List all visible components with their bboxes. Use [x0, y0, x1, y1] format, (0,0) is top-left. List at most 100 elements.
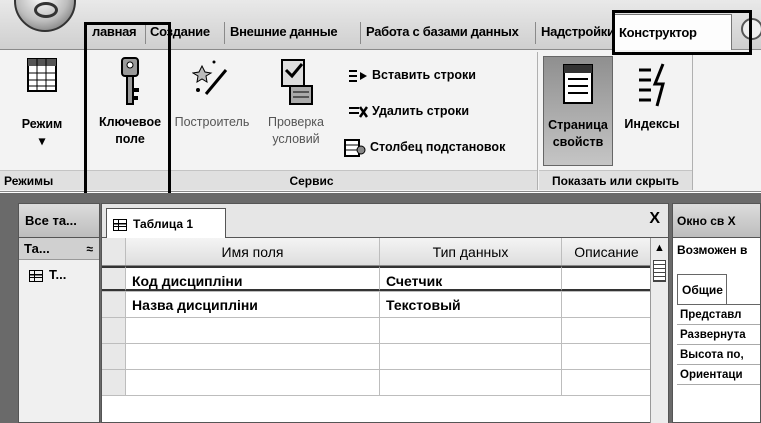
nav-pane-title[interactable]: Все та...	[19, 204, 99, 238]
view-button[interactable]: Режим ▾	[8, 56, 76, 150]
office-logo-icon	[34, 2, 58, 18]
row-selector[interactable]	[102, 370, 126, 395]
tab-table1[interactable]: Таблица 1	[106, 208, 226, 238]
nav-group-tables[interactable]: Та... ≈	[19, 238, 99, 260]
indexes-button[interactable]: Индексы	[619, 56, 685, 133]
select-all-corner[interactable]	[102, 238, 126, 265]
description-cell[interactable]	[562, 292, 651, 317]
builder-button[interactable]: Построитель	[170, 56, 254, 131]
table-icon	[113, 218, 127, 231]
vertical-scrollbar[interactable]: ▲	[650, 238, 668, 423]
group-views-label: Режимы	[0, 170, 84, 190]
field-name-cell[interactable]	[126, 370, 380, 395]
tab-database-tools[interactable]: Работа с базами данных	[362, 14, 536, 50]
data-type-cell[interactable]	[380, 344, 562, 369]
collapse-icon[interactable]: ≈	[86, 238, 93, 260]
insert-rows-icon	[349, 69, 367, 82]
tab-home[interactable]: лавная	[88, 14, 146, 50]
view-button-label: Режим	[21, 117, 63, 131]
nav-group-label: Та...	[24, 241, 50, 256]
property-list: Представл Развернута Высота по, Ориентац…	[677, 304, 760, 385]
table-design-window: Таблица 1 X Имя поля Тип данных Описание…	[101, 203, 669, 423]
office-button[interactable]	[14, 0, 76, 32]
row-selector[interactable]	[102, 266, 126, 291]
magic-wand-icon	[192, 60, 228, 95]
key-icon	[121, 57, 139, 105]
table-row: Код дисципліни Счетчик	[102, 266, 651, 292]
group-show-hide: Страница свойств Индексы Показать или ск…	[539, 52, 693, 190]
property-sheet-title[interactable]: Окно св X	[673, 204, 760, 238]
data-type-cell[interactable]	[380, 318, 562, 343]
delete-rows-button[interactable]: Удалить строки	[348, 100, 469, 122]
column-header-description[interactable]: Описание	[562, 238, 651, 265]
tab-design[interactable]: Конструктор	[614, 14, 732, 51]
nav-item-table[interactable]: Т...	[19, 260, 99, 290]
property-row[interactable]: Развернута	[677, 325, 760, 345]
table-row: Назва дисципліни Текстовый	[102, 292, 651, 318]
field-name-cell[interactable]	[126, 318, 380, 343]
indexes-icon	[639, 63, 665, 107]
data-type-cell[interactable]	[380, 370, 562, 395]
lookup-column-button[interactable]: Столбец подстановок	[344, 136, 505, 158]
tab-create[interactable]: Создание	[146, 14, 225, 50]
group-tools-label: Сервис	[86, 170, 537, 190]
field-name-cell[interactable]: Код дисципліни	[126, 266, 380, 291]
table-row	[102, 318, 651, 344]
table-row	[102, 370, 651, 396]
primary-key-label-1: Ключевое	[98, 115, 162, 129]
description-cell[interactable]	[562, 370, 651, 395]
ribbon-tab-bar: лавная Создание Внешние данные Работа с …	[0, 0, 761, 51]
delete-rows-icon	[349, 105, 368, 118]
property-row[interactable]: Ориентаци	[677, 365, 760, 385]
row-selector[interactable]	[102, 344, 126, 369]
delete-rows-label: Удалить строки	[372, 104, 470, 118]
document-tabs: Таблица 1 X	[102, 204, 668, 238]
column-header-field-name[interactable]: Имя поля	[126, 238, 380, 265]
tab-general[interactable]: Общие	[677, 274, 727, 304]
property-sheet-button[interactable]: Страница свойств	[543, 56, 613, 166]
builder-label: Построитель	[174, 115, 250, 129]
data-type-cell[interactable]: Счетчик	[380, 266, 562, 291]
insert-rows-label: Вставить строки	[372, 68, 476, 82]
tab-addins[interactable]: Надстройки	[537, 14, 613, 50]
column-header-data-type[interactable]: Тип данных	[380, 238, 562, 265]
ribbon: Режим ▾ Режимы Ключевое поле Построитель	[0, 50, 761, 192]
description-cell[interactable]	[562, 266, 651, 291]
grid-header: Имя поля Тип данных Описание	[102, 238, 651, 266]
primary-key-button[interactable]: Ключевое поле	[94, 56, 166, 148]
insert-rows-button[interactable]: Вставить строки	[348, 64, 476, 86]
navigation-pane: Все та... Та... ≈ Т...	[18, 203, 100, 423]
property-sheet-label-2: свойств	[552, 135, 604, 149]
test-rules-label-2: условий	[272, 132, 320, 146]
chevron-down-icon: ▾	[38, 134, 46, 148]
test-rules-label-1: Проверка	[268, 115, 324, 129]
row-selector[interactable]	[102, 292, 126, 317]
tab-table1-label: Таблица 1	[133, 217, 194, 231]
group-views: Режим ▾ Режимы	[0, 52, 85, 190]
primary-key-label-2: поле	[115, 132, 145, 146]
field-name-cell[interactable]	[126, 344, 380, 369]
field-name-cell[interactable]: Назва дисципліни	[126, 292, 380, 317]
data-type-cell[interactable]: Текстовый	[380, 292, 562, 317]
property-sheet-tabs: Общие	[673, 262, 760, 304]
scroll-thumb[interactable]	[653, 260, 666, 282]
description-cell[interactable]	[562, 344, 651, 369]
workspace: Все та... Та... ≈ Т... Таблица 1 X Имя п…	[0, 193, 761, 423]
property-row[interactable]: Высота по,	[677, 345, 760, 365]
property-sheet-pane: Окно св X Возможен в Общие Представл Раз…	[672, 203, 761, 423]
test-rules-button[interactable]: Проверка условий	[260, 56, 332, 148]
tab-external-data[interactable]: Внешние данные	[226, 14, 361, 50]
table-icon	[29, 269, 43, 282]
property-sheet-label-1: Страница	[548, 118, 608, 132]
row-selector[interactable]	[102, 318, 126, 343]
table-row	[102, 344, 651, 370]
description-cell[interactable]	[562, 318, 651, 343]
close-icon[interactable]: X	[649, 210, 660, 228]
lookup-column-icon	[344, 138, 366, 157]
group-show-hide-label: Показать или скрыть	[539, 170, 692, 190]
property-row[interactable]: Представл	[677, 305, 760, 325]
property-sheet-selection: Возможен в	[677, 243, 748, 257]
help-icon[interactable]	[741, 18, 761, 40]
group-tools: Ключевое поле Построитель Проверка услов…	[86, 52, 538, 190]
scroll-up-icon[interactable]: ▲	[651, 238, 668, 258]
